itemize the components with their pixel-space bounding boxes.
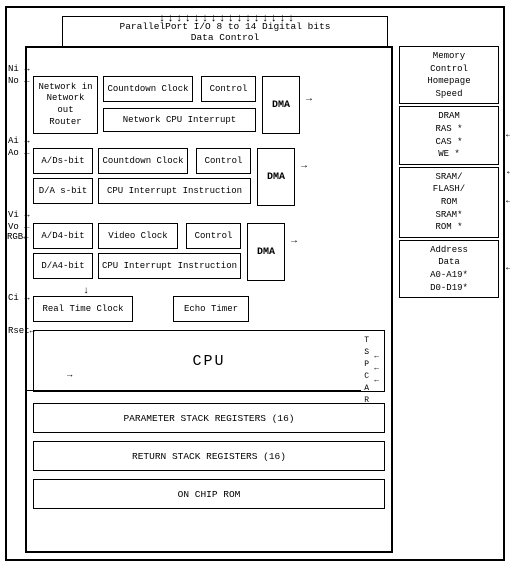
network-control-box: Control xyxy=(201,76,256,102)
label-ci: Ci → xyxy=(8,293,30,303)
adc-dma-box: DMA xyxy=(257,148,295,206)
label-vi: Vi → xyxy=(8,210,30,220)
rset-hline xyxy=(33,390,361,391)
cpu-signal-arrows: ←←← xyxy=(374,351,380,387)
video-clock-box: Video Clock xyxy=(98,223,178,249)
network-dma-box: DMA xyxy=(262,76,300,134)
address-data-box: AddressDataA0-A19*D0-D19* ← xyxy=(399,240,499,298)
address-right-arrow: ← xyxy=(506,262,510,276)
label-ao: Ao ← xyxy=(8,148,30,158)
label-ni: Ni → xyxy=(8,64,30,74)
adc-da-box: D/A s-bit xyxy=(33,178,93,204)
dram-label: DRAMRAS *CAS *WE * xyxy=(435,111,462,159)
video-control-label: Control xyxy=(195,231,233,241)
dram-box: DRAMRAS *CAS *WE * ← xyxy=(399,106,499,164)
adc-dma-label: DMA xyxy=(267,172,285,183)
video-dma-label: DMA xyxy=(257,247,275,258)
echo-timer-label: Echo Timer xyxy=(184,304,238,314)
label-ai: Ai → xyxy=(8,136,30,146)
network-countdown-box: Countdown Clock xyxy=(103,76,193,102)
rtc-box: Real Time Clock xyxy=(33,296,133,322)
parallel-port-box: ParallelPort I/O 8 to 14 Digital bits Da… xyxy=(62,16,388,48)
adc-ad-box: A/Ds-bit xyxy=(33,148,93,174)
sram-label: SRAM/FLASH/ROMSRAM*ROM * xyxy=(433,172,465,232)
param-stack-box: PARAMETER STACK REGISTERS (16) xyxy=(33,403,385,433)
memory-control-label: MemoryControlHomepageSpeed xyxy=(427,51,470,99)
adc-interrupt-label: CPU Interrupt Instruction xyxy=(107,186,242,196)
adc-ad-label: A/Ds-bit xyxy=(41,156,84,166)
label-no: No ← xyxy=(8,76,30,86)
network-countdown-label: Countdown Clock xyxy=(107,84,188,94)
echo-timer-box: Echo Timer xyxy=(173,296,249,322)
video-dma-arrow: → xyxy=(291,236,297,247)
rtc-label: Real Time Clock xyxy=(42,304,123,314)
main-system-box: Network in Network out Router Countdown … xyxy=(25,46,393,553)
dram-right-arrow: ← xyxy=(506,129,510,143)
video-interrupt-box: CPU Interrupt Instruction xyxy=(98,253,241,279)
network-interrupt-label: Network CPU Interrupt xyxy=(123,115,236,125)
video-ad-label: A/D4-bit xyxy=(41,231,84,241)
video-da-box: D/A4-bit xyxy=(33,253,93,279)
video-ad-box: A/D4-bit xyxy=(33,223,93,249)
address-data-label: AddressDataA0-A19*D0-D19* xyxy=(430,245,468,293)
adc-countdown-label: Countdown Clock xyxy=(102,156,183,166)
label-vo: Vo ← xyxy=(8,222,30,232)
video-da-label: D/A4-bit xyxy=(41,261,84,271)
return-stack-label: RETURN STACK REGISTERS (16) xyxy=(132,451,286,462)
label-rgb: RGB← xyxy=(7,232,29,242)
network-dma-arrow: → xyxy=(306,94,312,105)
adc-dma-arrow: → xyxy=(301,161,307,172)
adc-control-box: Control xyxy=(196,148,251,174)
video-clock-label: Video Clock xyxy=(108,231,167,241)
param-stack-label: PARAMETER STACK REGISTERS (16) xyxy=(123,413,294,424)
sram-right-arrow: ← xyxy=(506,195,510,209)
diagram-container: ↓↓↓↓↓↓↓↓↓↓↓↓↓↓↓↓ ParallelPort I/O 8 to 1… xyxy=(5,6,505,561)
memory-control-box: MemoryControlHomepageSpeed ← xyxy=(399,46,499,104)
adc-interrupt-box: CPU Interrupt Instruction xyxy=(98,178,251,204)
adc-countdown-box: Countdown Clock xyxy=(98,148,188,174)
parallel-port-line2: Data Control xyxy=(69,32,381,43)
on-chip-rom-label: ON CHIP ROM xyxy=(178,489,241,500)
video-control-box: Control xyxy=(186,223,241,249)
network-router-label3: Router xyxy=(49,117,81,127)
label-rset: Rset← xyxy=(8,326,35,336)
network-router-label2: Network out xyxy=(47,93,85,115)
network-router-label1: Network in xyxy=(38,82,92,92)
network-row: Network in Network out Router Countdown … xyxy=(33,76,385,136)
network-control-label: Control xyxy=(210,84,248,94)
right-column: MemoryControlHomepageSpeed ← DRAMRAS *CA… xyxy=(399,46,499,300)
network-router-box: Network in Network out Router xyxy=(33,76,98,134)
network-dma-label: DMA xyxy=(272,100,290,111)
cpu-label: CPU xyxy=(192,353,225,370)
adc-da-label: D/A s-bit xyxy=(39,186,88,196)
video-dma-box: DMA xyxy=(247,223,285,281)
return-stack-box: RETURN STACK REGISTERS (16) xyxy=(33,441,385,471)
rset-arrow: → xyxy=(67,370,72,380)
cpu-box: CPU TSPCAR ←←← xyxy=(33,330,385,392)
video-interrupt-label: CPU Interrupt Instruction xyxy=(102,261,237,271)
sram-box: SRAM/FLASH/ROMSRAM*ROM * ← xyxy=(399,167,499,238)
network-interrupt-box: Network CPU Interrupt xyxy=(103,108,256,132)
cpu-signals: TSPCAR xyxy=(364,335,370,407)
on-chip-rom-box: ON CHIP ROM xyxy=(33,479,385,509)
adc-row: A/Ds-bit Countdown Clock Control DMA D/A… xyxy=(33,148,385,208)
video-row: A/D4-bit Video Clock Control DMA D/A4-bi… xyxy=(33,223,385,283)
adc-control-label: Control xyxy=(205,156,243,166)
parallel-port-line1: ParallelPort I/O 8 to 14 Digital bits xyxy=(69,21,381,32)
rtc-row: ↓ Real Time Clock Echo Timer xyxy=(33,296,385,322)
